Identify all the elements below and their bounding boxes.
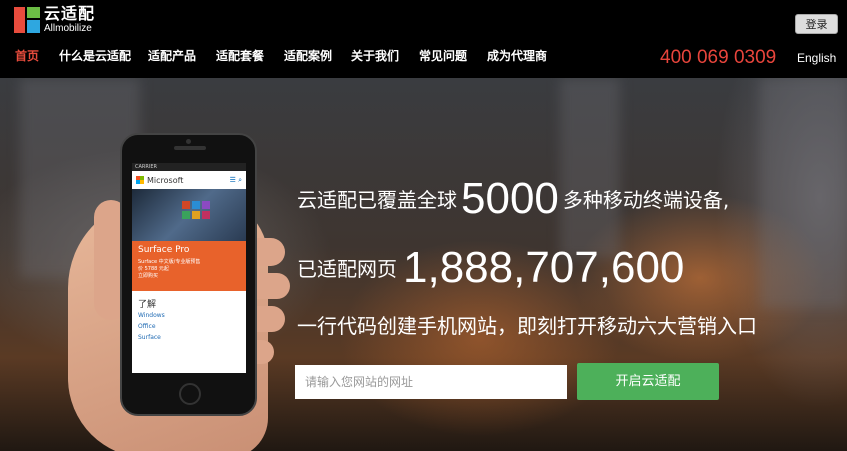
logo-mark-icon: [14, 7, 40, 33]
website-url-input[interactable]: 请输入您网站的网址: [295, 365, 567, 399]
microsoft-logo-icon: [136, 176, 144, 184]
screen-site-name: Microsoft: [147, 175, 184, 185]
login-button[interactable]: 登录: [795, 14, 838, 34]
nav-item-about[interactable]: 关于我们: [351, 47, 399, 64]
nav-item-faq[interactable]: 常见问题: [419, 47, 467, 64]
logo-name-cn: 云适配: [44, 4, 96, 23]
nav-item-home[interactable]: 首页: [15, 47, 39, 64]
menu-search-icon: ☰ ⌕: [229, 175, 242, 184]
language-switch[interactable]: English: [797, 51, 836, 65]
hero-banner: CARRIER Microsoft ☰ ⌕ Surface Pro Surfac…: [0, 78, 847, 451]
site-header: 云适配 Allmobilize 登录 首页 什么是云适配 适配产品 适配套餐 适…: [0, 0, 847, 78]
headline-coverage: 云适配已覆盖全球5000 多种移动终端设备,: [297, 174, 730, 223]
start-allmobilize-button[interactable]: 开启云适配: [577, 363, 719, 400]
device-count: 5000: [461, 174, 559, 223]
brand-logo[interactable]: 云适配 Allmobilize: [14, 6, 95, 34]
home-button-icon: [179, 383, 201, 405]
nav-item-what-is[interactable]: 什么是云适配: [59, 47, 131, 64]
phone-mockup: CARRIER Microsoft ☰ ⌕ Surface Pro Surfac…: [120, 133, 257, 416]
nav-item-cases[interactable]: 适配案例: [284, 47, 332, 64]
nav-item-agent[interactable]: 成为代理商: [487, 47, 547, 64]
nav-item-packages[interactable]: 适配套餐: [216, 47, 264, 64]
phone-screen: CARRIER Microsoft ☰ ⌕ Surface Pro Surfac…: [132, 163, 246, 373]
tablet-image: [132, 189, 246, 241]
logo-name-en: Allmobilize: [44, 23, 92, 34]
headline-pages: 已适配网页 1,888,707,600: [297, 243, 685, 292]
promo-card: Surface Pro Surface 中文版/专业版预售 价 5788 元起 …: [132, 241, 246, 291]
headline-tagline: 一行代码创建手机网站，即刻打开移动六大营销入口: [297, 314, 757, 338]
nav-item-products[interactable]: 适配产品: [148, 47, 196, 64]
page-count: 1,888,707,600: [403, 243, 685, 292]
hotline-number: 400 069 0309: [660, 47, 777, 68]
